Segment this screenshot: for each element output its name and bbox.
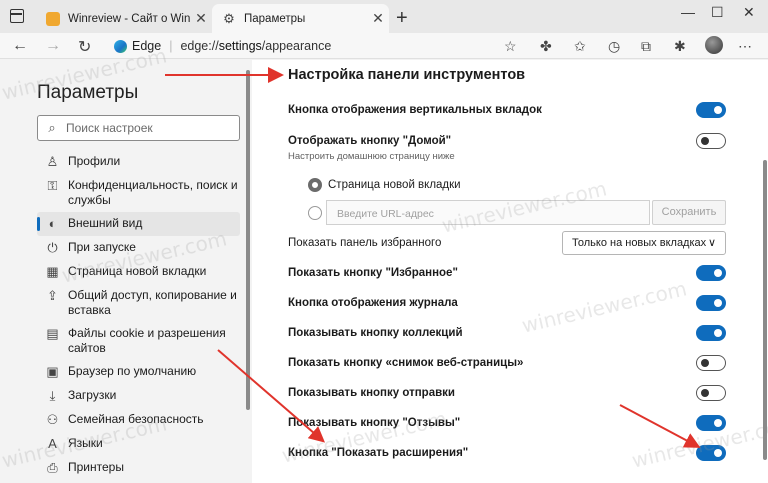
settings-main: Настройка панели инструментов Кнопка ото… [252, 60, 768, 483]
history-button-toggle[interactable] [696, 295, 726, 311]
screenshot-button-toggle[interactable] [696, 355, 726, 371]
avatar[interactable] [705, 36, 723, 54]
sidebar-item-downloads[interactable]: ⤓ Загрузки [37, 384, 240, 408]
tab-settings[interactable]: ⚙ Параметры ✕ [212, 4, 389, 33]
browser-icon: ▣ [46, 364, 59, 379]
minimize-button[interactable]: — [681, 4, 695, 20]
sidebar-item-startup[interactable]: ⏻ При запуске [37, 236, 240, 260]
sidebar-item-languages[interactable]: A Языки [37, 432, 240, 456]
back-arrow-icon[interactable]: ← [12, 37, 28, 55]
setting-collections-button: Показывать кнопку коллекций [288, 325, 726, 341]
sidebar-scrollbar[interactable] [246, 70, 250, 410]
address-bar[interactable]: Edge | edge://settings/appearance [104, 35, 526, 57]
family-icon: ⚇ [46, 412, 59, 427]
sidebar-title: Параметры [37, 82, 139, 103]
setting-home-button: Отображать кнопку "Домой" [288, 133, 726, 149]
power-icon: ⏻ [47, 240, 58, 255]
setting-label: Показать панель избранного [288, 237, 442, 249]
favorites-bar-dropdown[interactable]: Только на новых вкладках ∨ [562, 231, 726, 255]
tab-actions-icon[interactable] [10, 9, 24, 23]
person-icon: ♙ [46, 154, 59, 169]
add-favorite-icon[interactable]: ☆ [504, 38, 517, 55]
url-input[interactable]: Введите URL-адрес [326, 200, 650, 225]
setting-label: Отображать кнопку "Домой" [288, 135, 452, 147]
setting-favorites-button: Показать кнопку "Избранное" [288, 265, 726, 281]
new-tab-button[interactable]: + [396, 7, 408, 30]
sidebar-item-printers[interactable]: ⎙ Принтеры [37, 456, 240, 480]
setting-sublabel: Настроить домашнюю страницу ниже [288, 151, 455, 162]
sidebar-item-profiles[interactable]: ♙ Профили [37, 150, 240, 174]
collections-icon[interactable]: ⧉ [641, 38, 651, 55]
search-input[interactable]: ⌕ Поиск настроек [37, 115, 240, 141]
settings-page: Параметры ⌕ Поиск настроек ♙ Профили ⚿ Кон… [0, 60, 768, 483]
collections-button-toggle[interactable] [696, 325, 726, 341]
home-button-toggle[interactable] [696, 133, 726, 149]
separator: | [169, 39, 173, 53]
feedback-button-toggle[interactable] [696, 415, 726, 431]
winreview-favicon-icon [46, 11, 60, 26]
edge-logo-icon [114, 39, 127, 53]
tab-winreview[interactable]: Winreview - Сайт о Windows ✕ [36, 4, 212, 33]
lock-icon: ⚿ [47, 178, 58, 193]
printer-icon: ⎙ [47, 460, 58, 475]
setting-vertical-tabs: Кнопка отображения вертикальных вкладок [288, 102, 726, 118]
sidebar-item-default-browser[interactable]: ▣ Браузер по умолчанию [37, 360, 240, 384]
close-tab-icon[interactable]: ✕ [190, 10, 212, 27]
setting-feedback-button: Показывать кнопку "Отзывы" [288, 415, 726, 431]
extensions-icon[interactable]: ✤ [540, 38, 552, 55]
sidebar-item-cookies[interactable]: ▤ Файлы cookie и разрешения сайтов [37, 322, 240, 360]
search-icon: ⌕ [48, 120, 56, 135]
setting-share-button: Показывать кнопку отправки [288, 385, 726, 401]
share-icon: ⇪ [47, 288, 58, 303]
close-tab-icon[interactable]: ✕ [367, 10, 389, 27]
favorites-button-toggle[interactable] [696, 265, 726, 281]
extensions-button-toggle[interactable] [696, 445, 726, 461]
brand-label: Edge [132, 39, 162, 53]
tab-bar: Winreview - Сайт о Windows ✕ ⚙ Параметры… [0, 0, 768, 33]
settings-sidebar: Параметры ⌕ Поиск настроек ♙ Профили ⚿ Кон… [0, 60, 252, 483]
forward-arrow-icon[interactable]: → [45, 37, 61, 55]
favorites-icon[interactable]: ✩ [574, 38, 586, 55]
setting-screenshot-button: Показать кнопку «снимок веб-страницы» [288, 355, 726, 371]
sidebar-item-family[interactable]: ⚇ Семейная безопасность [37, 408, 240, 432]
save-button[interactable]: Сохранить [652, 200, 726, 225]
section-title: Настройка панели инструментов [288, 67, 526, 83]
tab-title: Winreview - Сайт о Windows [68, 12, 190, 25]
browser-toolbar: ← → ↻ Edge | edge://settings/appearance … [0, 33, 768, 59]
close-window-button[interactable]: ✕ [743, 4, 755, 21]
cookie-icon: ▤ [46, 326, 59, 341]
radio-new-tab[interactable] [308, 178, 322, 192]
history-icon[interactable]: ◷ [608, 38, 620, 55]
sidebar-item-share[interactable]: ⇪ Общий доступ, копирование и вставка [37, 284, 240, 322]
gear-icon: ⚙ [223, 10, 235, 26]
sidebar-nav: ♙ Профили ⚿ Конфиденциальность, поиск и сл… [37, 150, 240, 480]
tab-title: Параметры [244, 12, 306, 25]
radio-url[interactable] [308, 206, 322, 220]
sidebar-item-appearance[interactable]: ◐ Внешний вид [37, 212, 240, 236]
chevron-down-icon: ∨ [707, 237, 716, 249]
more-menu-icon[interactable]: ⋯ [738, 38, 752, 55]
sidebar-item-new-tab[interactable]: ▦ Страница новой вкладки [37, 260, 240, 284]
search-placeholder: Поиск настроек [66, 121, 153, 135]
url-text: edge://settings/appearance [180, 39, 332, 53]
vertical-tabs-toggle[interactable] [696, 102, 726, 118]
setting-history-button: Кнопка отображения журнала [288, 295, 726, 311]
download-icon: ⤓ [49, 388, 56, 403]
grid-icon: ▦ [46, 264, 59, 279]
share-button-toggle[interactable] [696, 385, 726, 401]
extension-puzzle-icon[interactable]: ✱ [674, 38, 686, 55]
sidebar-item-privacy[interactable]: ⚿ Конфиденциальность, поиск и службы [37, 174, 240, 212]
radio-new-tab-label: Страница новой вкладки [328, 179, 461, 191]
refresh-icon[interactable]: ↻ [78, 37, 91, 57]
maximize-button[interactable]: ☐ [711, 4, 724, 21]
main-scrollbar[interactable] [763, 160, 767, 460]
setting-extensions-button: Кнопка "Показать расширения" [288, 445, 726, 461]
language-icon: A [48, 436, 57, 451]
setting-label: Кнопка отображения вертикальных вкладок [288, 104, 542, 116]
palette-icon: ◐ [48, 216, 57, 231]
